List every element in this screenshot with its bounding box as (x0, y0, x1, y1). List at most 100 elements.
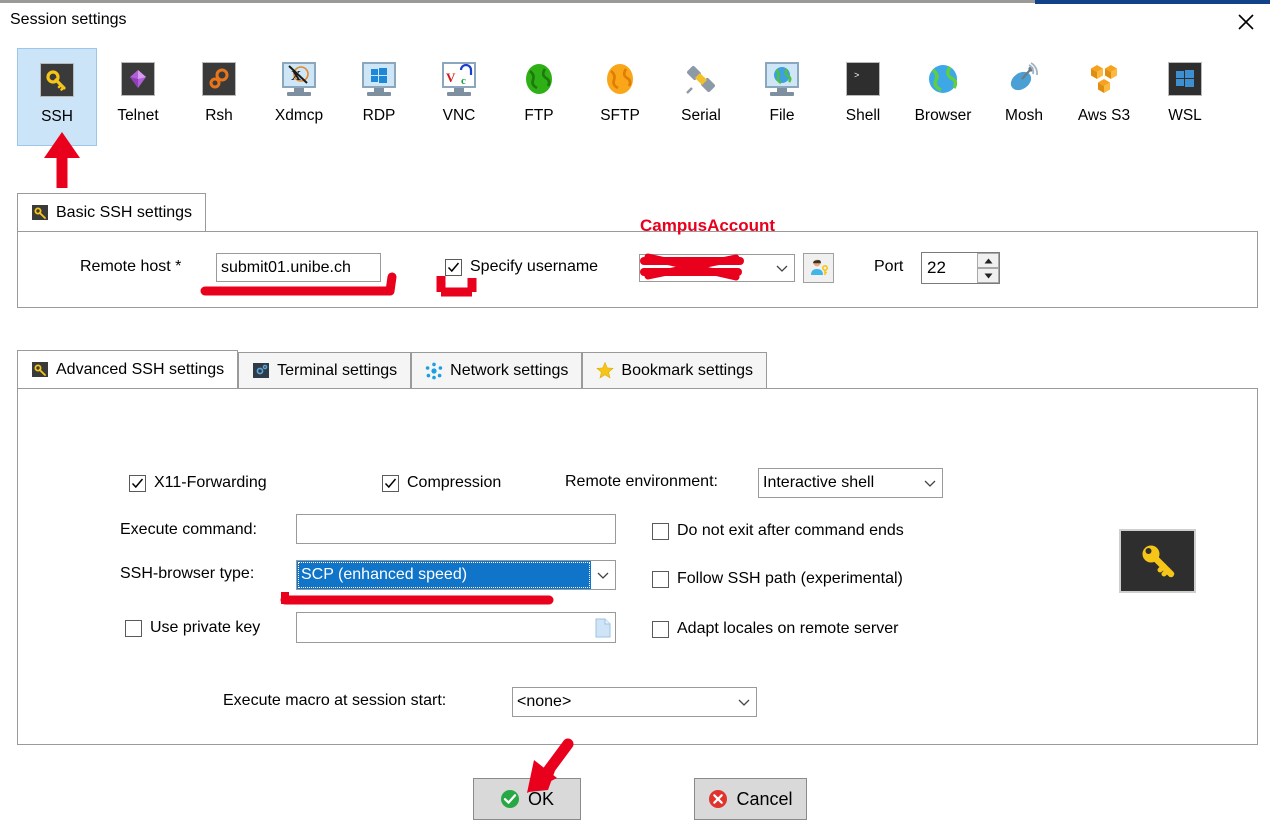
remote-environment-combobox[interactable]: Interactive shell (758, 468, 943, 498)
port-increment-button[interactable] (977, 253, 999, 268)
chevron-down-icon (770, 264, 794, 273)
x11-forwarding-checkbox[interactable]: X11-Forwarding (129, 474, 267, 492)
chevron-down-icon (918, 479, 942, 488)
close-icon (1238, 14, 1254, 30)
wsl-windows-icon (1163, 57, 1207, 101)
serial-plug-icon (679, 57, 723, 101)
session-type-label: Xdmcp (274, 107, 324, 124)
rsh-gears-icon (197, 57, 241, 101)
remote-environment-label: Remote environment: (565, 473, 718, 490)
specify-username-checkbox[interactable]: Specify username (445, 258, 598, 276)
execute-command-input[interactable] (296, 514, 616, 544)
basic-settings-tabstrip: Basic SSH settings (17, 193, 207, 231)
session-type-rsh[interactable]: Rsh (179, 48, 259, 146)
ssh-key-illustration (1119, 529, 1196, 593)
session-type-serial[interactable]: Serial (661, 48, 741, 146)
tab-bookmark-settings[interactable]: Bookmark settings (582, 352, 768, 388)
follow-ssh-path-checkbox[interactable]: Follow SSH path (experimental) (652, 570, 903, 588)
file-page-icon[interactable] (595, 618, 611, 638)
ssh-key-icon (35, 58, 79, 102)
windows-glyph (1176, 70, 1194, 87)
caret-up-icon (984, 258, 992, 263)
session-type-wsl[interactable]: WSL (1145, 48, 1225, 146)
globe-blue-glyph (929, 65, 958, 93)
session-type-telnet[interactable]: Telnet (98, 48, 178, 146)
checkbox-box (129, 474, 146, 492)
ok-button-label: OK (527, 788, 554, 809)
cancel-button[interactable]: Cancel (694, 778, 807, 820)
session-type-shell[interactable]: > Shell (823, 48, 903, 146)
session-type-vnc[interactable]: V c VNC (419, 48, 499, 146)
prompt-glyph: > (854, 71, 859, 81)
remote-host-label: Remote host * (80, 258, 182, 275)
session-type-ssh[interactable]: SSH (17, 48, 97, 146)
window-titlebar: Session settings (0, 0, 1270, 42)
session-type-xdmcp[interactable]: X Xdmcp (259, 48, 339, 146)
session-type-label: WSL (1168, 107, 1202, 124)
use-private-key-checkbox[interactable]: Use private key (125, 619, 260, 637)
rdp-windows-icon (357, 57, 401, 101)
execute-macro-combobox[interactable]: <none> (512, 687, 757, 717)
do-not-exit-checkbox[interactable]: Do not exit after command ends (652, 522, 904, 540)
session-type-ftp[interactable]: FTP (499, 48, 579, 146)
aws-s3-cubes-icon (1082, 57, 1126, 101)
username-combobox[interactable] (639, 254, 795, 282)
checkbox-box (125, 619, 142, 637)
tab-label: Basic SSH settings (56, 203, 193, 221)
session-type-rdp[interactable]: RDP (339, 48, 419, 146)
tab-label: Network settings (450, 361, 569, 379)
session-type-browser[interactable]: Browser (903, 48, 983, 146)
tab-label: Advanced SSH settings (56, 360, 225, 378)
tab-network-settings[interactable]: Network settings (411, 352, 583, 388)
port-spinner[interactable]: 22 (921, 252, 1000, 284)
adapt-locales-checkbox[interactable]: Adapt locales on remote server (652, 620, 898, 638)
session-type-label: Browser (914, 107, 972, 124)
compression-label: Compression (407, 474, 502, 491)
username-picker-button[interactable] (803, 253, 834, 283)
shell-prompt-icon: > (841, 57, 885, 101)
checkbox-box (652, 522, 669, 540)
satellite-dish-glyph (1010, 62, 1038, 91)
svg-text:V: V (446, 70, 456, 85)
tab-advanced-ssh-settings[interactable]: Advanced SSH settings (17, 350, 239, 388)
session-type-file[interactable]: File (742, 48, 822, 146)
network-icon (425, 362, 443, 380)
close-button[interactable] (1222, 4, 1270, 40)
telnet-gem-icon (116, 57, 160, 101)
chevron-down-icon (732, 698, 756, 707)
checkbox-box (382, 474, 399, 492)
user-key-icon (810, 259, 828, 275)
remote-host-input[interactable]: submit01.unibe.ch (216, 253, 381, 282)
svg-text:X: X (291, 69, 301, 84)
remote-environment-value: Interactive shell (763, 474, 875, 491)
session-type-label: SSH (41, 108, 73, 125)
session-type-label: File (769, 107, 795, 124)
cancel-circle-icon (708, 789, 728, 809)
ssh-browser-type-combobox[interactable]: SCP (enhanced speed) (296, 560, 616, 590)
private-key-input[interactable] (296, 612, 616, 643)
check-circle-icon (500, 789, 520, 809)
session-type-mosh[interactable]: Mosh (984, 48, 1064, 146)
port-label: Port (874, 258, 904, 275)
execute-command-label: Execute command: (120, 521, 257, 538)
gears-glyph (209, 68, 229, 89)
windows-glyph (371, 68, 387, 83)
port-decrement-button[interactable] (977, 268, 999, 283)
checkbox-box (652, 620, 669, 638)
session-type-sftp[interactable]: SFTP (580, 48, 660, 146)
session-type-label: RDP (362, 107, 396, 124)
session-type-aws-s3[interactable]: Aws S3 (1064, 48, 1144, 146)
session-type-label: Aws S3 (1077, 107, 1131, 124)
ok-button[interactable]: OK (473, 778, 581, 820)
sftp-globe-icon (598, 57, 642, 101)
tab-label: Terminal settings (277, 361, 398, 379)
port-spinner-buttons (977, 253, 999, 283)
tab-basic-ssh-settings[interactable]: Basic SSH settings (17, 193, 207, 231)
tab-terminal-settings[interactable]: Terminal settings (238, 352, 412, 388)
session-type-label: Mosh (1005, 107, 1043, 124)
compression-checkbox[interactable]: Compression (382, 474, 501, 492)
session-type-label: Telnet (117, 107, 159, 124)
key-icon (1142, 545, 1174, 578)
gem-glyph (130, 70, 146, 88)
xdmcp-x-icon: X (277, 57, 321, 101)
